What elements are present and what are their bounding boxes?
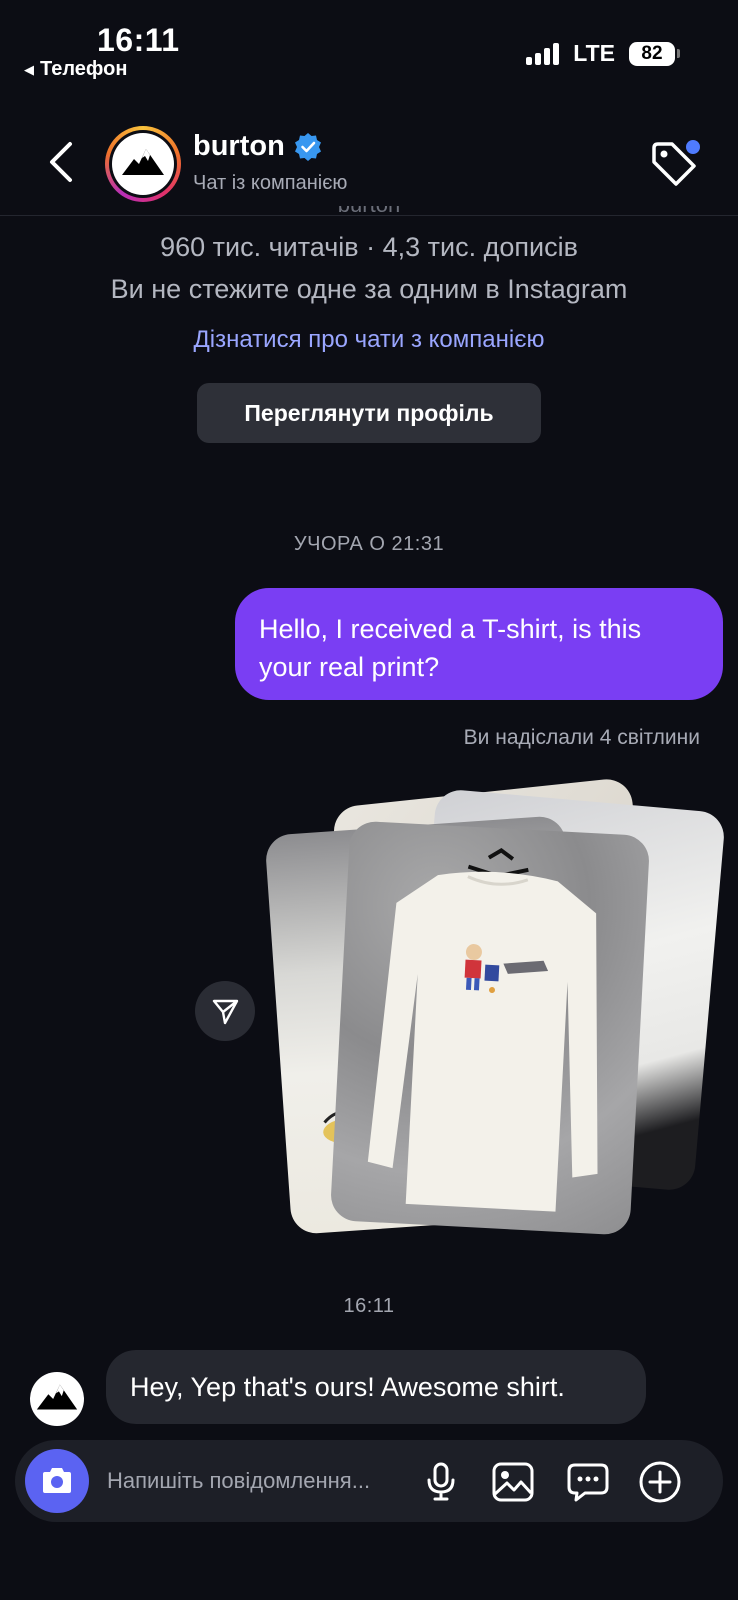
- back-triangle-icon: ◀: [24, 61, 34, 77]
- battery-icon: 82: [629, 41, 680, 66]
- send-paper-plane-icon: [212, 999, 239, 1025]
- microphone-button[interactable]: [418, 1459, 464, 1505]
- company-avatar-small[interactable]: [30, 1372, 84, 1426]
- chevron-left-icon: [50, 142, 72, 182]
- tag-button[interactable]: [648, 136, 700, 188]
- chat-subtitle: Чат із компанією: [193, 172, 348, 194]
- burton-mountain-logo-icon: [120, 141, 166, 187]
- back-button[interactable]: [42, 138, 82, 186]
- sticker-button[interactable]: [565, 1459, 611, 1505]
- business-chat-info-link[interactable]: Дізнатися про чати з компанією: [0, 326, 738, 354]
- share-button[interactable]: [195, 981, 255, 1041]
- add-more-button[interactable]: [637, 1459, 683, 1505]
- message-timestamp: УЧОРА О 21:31: [293, 533, 445, 555]
- burton-mountain-logo-icon: [36, 1384, 78, 1410]
- plus-circle-icon: [639, 1461, 681, 1503]
- profile-name-clipped: burton: [0, 206, 738, 220]
- message-composer: [15, 1440, 723, 1522]
- company-name: burton: [193, 130, 285, 162]
- cellular-signal-icon: [526, 42, 560, 65]
- status-back-label: Телефон: [40, 58, 128, 80]
- verified-badge-icon: [294, 132, 321, 161]
- gallery-button[interactable]: [490, 1459, 536, 1505]
- microphone-icon: [427, 1462, 455, 1501]
- status-time: 16:11: [97, 22, 180, 58]
- chat-title[interactable]: burton: [193, 130, 323, 163]
- photo-thumbnail-front[interactable]: [329, 820, 651, 1236]
- chat-header: burton Чат із компанією: [0, 118, 738, 216]
- message-timestamp: 16:11: [343, 1295, 395, 1317]
- profile-stats: 960 тис. читачів · 4,3 тис. дописів: [160, 232, 578, 262]
- photo-stack[interactable]: [264, 770, 727, 1250]
- sent-photos-note: Ви надіслали 4 світлини: [463, 726, 700, 749]
- outgoing-message-bubble[interactable]: Hello, I received a T-shirt, is this you…: [235, 588, 723, 700]
- notification-dot: [686, 140, 700, 154]
- chat-bubble-dots-icon: [567, 1463, 609, 1502]
- image-gallery-icon: [492, 1462, 534, 1502]
- follow-status: Ви не стежите одне за одним в Instagram: [110, 274, 628, 304]
- status-indicators: LTE 82: [526, 40, 680, 67]
- network-type: LTE: [573, 40, 615, 66]
- view-profile-button[interactable]: Переглянути профіль: [197, 383, 541, 443]
- camera-button[interactable]: [25, 1449, 89, 1513]
- company-avatar[interactable]: [105, 126, 181, 202]
- camera-icon: [43, 1468, 71, 1493]
- incoming-message-bubble[interactable]: Hey, Yep that's ours! Awesome shirt.: [106, 1350, 646, 1424]
- longsleeve-shirt-image: [367, 847, 598, 1212]
- status-back-to-app[interactable]: ◀ Телефон: [24, 58, 127, 81]
- battery-level: 82: [629, 41, 675, 66]
- message-input[interactable]: [107, 1461, 407, 1501]
